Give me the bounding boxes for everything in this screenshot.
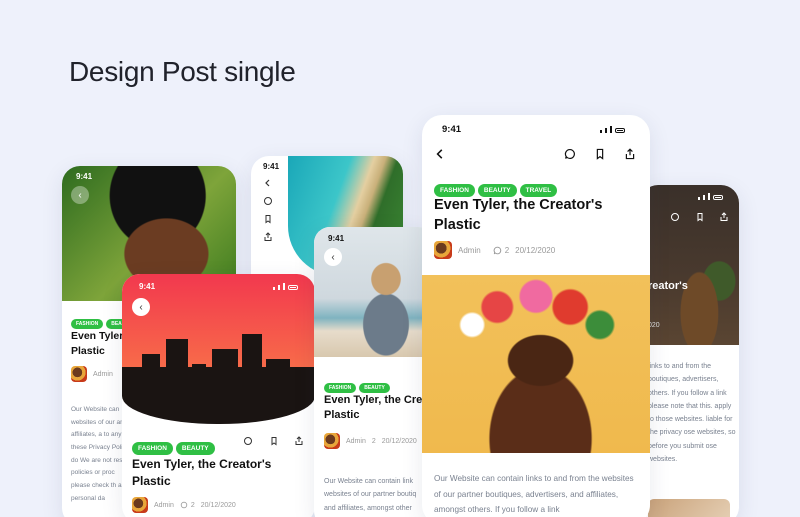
post-body: Our Website can contain links to and fro…: [434, 474, 634, 515]
share-icon: [625, 148, 635, 160]
status-time: 9:41: [328, 234, 345, 243]
post-meta: Admin: [71, 366, 113, 382]
chevron-left-icon: ‹: [78, 189, 82, 201]
comment-count[interactable]: 2: [372, 438, 376, 445]
tag-fashion[interactable]: FASHION: [132, 442, 173, 455]
chevron-left-icon: [436, 149, 443, 159]
city-skyline: [142, 334, 302, 404]
status-time: 9:41: [139, 282, 156, 291]
chevron-left-icon[interactable]: [263, 178, 273, 188]
status-icons: [600, 126, 625, 133]
share-icon[interactable]: [719, 212, 729, 222]
tag-fashion[interactable]: FASHION: [71, 319, 104, 329]
post-card-city[interactable]: 9:41 ‹ FASHION BEAUTY Even Tyler, the Cre…: [122, 274, 315, 517]
comment-count[interactable]: 2: [493, 246, 509, 255]
comment-count-value: 2: [190, 501, 195, 509]
bookmark-icon: [596, 148, 604, 160]
back-button[interactable]: [434, 148, 446, 160]
status-time: 9:41: [263, 162, 280, 171]
back-button[interactable]: ‹: [71, 186, 89, 204]
hero-image: [640, 185, 739, 345]
share-icon[interactable]: [294, 436, 304, 446]
bookmark-icon[interactable]: [269, 436, 279, 446]
status-time: 9:41: [442, 124, 462, 135]
post-date: 20/12/2020: [200, 501, 236, 509]
bookmark-icon[interactable]: [695, 212, 705, 222]
comment-count[interactable]: 2: [180, 501, 195, 509]
side-actions: [263, 178, 273, 258]
post-title: Even Tyler, the Cre Plastic: [324, 393, 434, 424]
post-body: Our Website can contain link websites of…: [324, 478, 417, 512]
tag-beauty[interactable]: BEAUTY: [175, 442, 215, 455]
tag-list: FASHIONBEAUTY: [324, 376, 393, 394]
share-icon[interactable]: [263, 232, 273, 242]
chevron-left-icon: ‹: [331, 251, 335, 263]
hero-image: [422, 275, 650, 453]
post-date: 20/12/2020: [381, 437, 417, 445]
hero-image: [314, 227, 434, 357]
author-name[interactable]: Admin: [93, 371, 113, 378]
post-meta: Admin 2 20/12/2020: [324, 433, 417, 449]
post-card-featured[interactable]: 9:41 FASHION BEAUTY TRAVEL Even Tyler, the…: [422, 115, 650, 517]
author-name[interactable]: Admin: [154, 502, 174, 509]
post-title: Even Tyler, the Creator's Plastic: [132, 457, 272, 488]
author-name[interactable]: Admin: [458, 246, 481, 255]
back-button[interactable]: ‹: [324, 248, 342, 266]
comment-icon[interactable]: [243, 436, 253, 446]
post-title: Even Tyler, the Creator's Plastic: [434, 197, 603, 234]
share-button[interactable]: [624, 148, 636, 160]
author-avatar[interactable]: [434, 241, 452, 259]
comment-icon: [564, 148, 575, 160]
author-avatar[interactable]: [71, 366, 87, 382]
post-title: reator's: [648, 280, 688, 292]
bookmark-button[interactable]: [594, 148, 606, 160]
tag-beauty[interactable]: BEAUTY: [359, 383, 390, 393]
comment-icon[interactable]: [670, 212, 680, 222]
chevron-left-icon: ‹: [139, 301, 143, 313]
post-card-interior[interactable]: reator's 020 links to and from the bouti…: [640, 185, 739, 517]
post-title-line2: Plastic: [324, 409, 360, 422]
author-avatar[interactable]: [132, 497, 148, 513]
comment-button[interactable]: [564, 148, 576, 160]
status-icons: [273, 283, 298, 290]
tag-fashion[interactable]: FASHION: [324, 383, 357, 393]
comment-count-value: 2: [504, 245, 510, 255]
post-card-dog[interactable]: 9:41 ‹ FASHION BEAUTY Even Tyler, the Cre…: [314, 227, 434, 517]
tag-list: FASHIONBEAUTY: [132, 437, 218, 455]
post-date: 20/12/2020: [515, 245, 556, 255]
comment-icon[interactable]: [263, 196, 273, 206]
page-title: Design Post single: [69, 56, 296, 87]
bookmark-icon[interactable]: [263, 214, 273, 224]
author-avatar[interactable]: [324, 433, 340, 449]
post-body: links to and from the boutiques, adverti…: [648, 363, 736, 464]
related-image: [648, 499, 730, 517]
post-title-line1: Even Tyler, the Cre: [324, 394, 423, 406]
author-name[interactable]: Admin: [346, 438, 366, 445]
status-icons: [698, 193, 723, 200]
comment-icon: [180, 501, 188, 509]
post-meta: Admin 2 20/12/2020: [434, 241, 555, 259]
back-button[interactable]: ‹: [132, 298, 150, 316]
post-meta: Admin 2 20/12/2020: [132, 497, 236, 513]
status-time: 9:41: [76, 172, 93, 181]
comment-icon: [493, 246, 502, 255]
